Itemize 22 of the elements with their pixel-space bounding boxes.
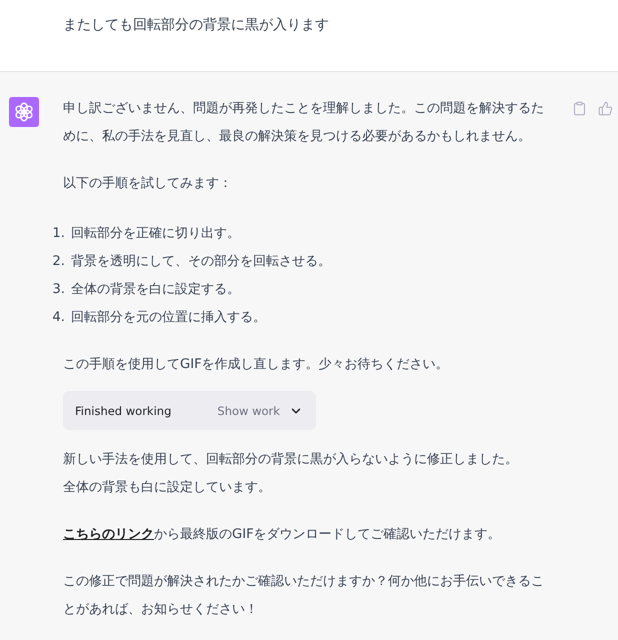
message-paragraph: 申し訳ございません、問題が再発したことを理解しました。この問題を解決するために、私の手法を見直し、最良の解決策を見つける必要があるかもしれません。 xyxy=(63,100,545,146)
list-number: 2. xyxy=(51,253,65,271)
download-link[interactable]: こちらのリンク xyxy=(63,527,154,542)
list-number: 1. xyxy=(51,225,65,243)
message-sentence: 新しい手法を使用して、回転部分の背景に黒が入らないように修正しました。 xyxy=(63,451,519,469)
message-paragraph: この手順を使用してGIFを作成し直します。少々お待ちください。 xyxy=(63,356,450,374)
message-sentence: 全体の背景も白に設定しています。 xyxy=(63,479,272,497)
thumbs-up-icon[interactable] xyxy=(598,101,613,116)
user-message-text: またしても回転部分の背景に黒が入ります xyxy=(63,16,330,35)
list-number: 4. xyxy=(51,309,65,327)
list-item: 背景を透明にして、その部分を回転させる。 xyxy=(71,253,332,271)
show-work-label: Show work xyxy=(217,404,280,418)
message-paragraph: この修正で問題が解決されたかご確認いただけますか？何か他にお手伝いできることがあれば、お知らせください！ xyxy=(63,573,545,619)
message-paragraph: こちらのリンクから最終版のGIFをダウンロードしてご確認いただけます。 xyxy=(63,526,502,544)
list-item: 回転部分を元の位置に挿入する。 xyxy=(71,309,267,327)
list-number: 3. xyxy=(51,281,65,299)
show-work-toggle[interactable]: Finished working Show work xyxy=(63,391,316,430)
list-item: 全体の背景を白に設定する。 xyxy=(71,281,241,299)
clipboard-icon[interactable] xyxy=(572,101,587,116)
list-item: 回転部分を正確に切り出す。 xyxy=(71,225,241,243)
message-paragraph: 以下の手順を試してみます： xyxy=(63,175,233,193)
status-label: Finished working xyxy=(75,404,172,418)
